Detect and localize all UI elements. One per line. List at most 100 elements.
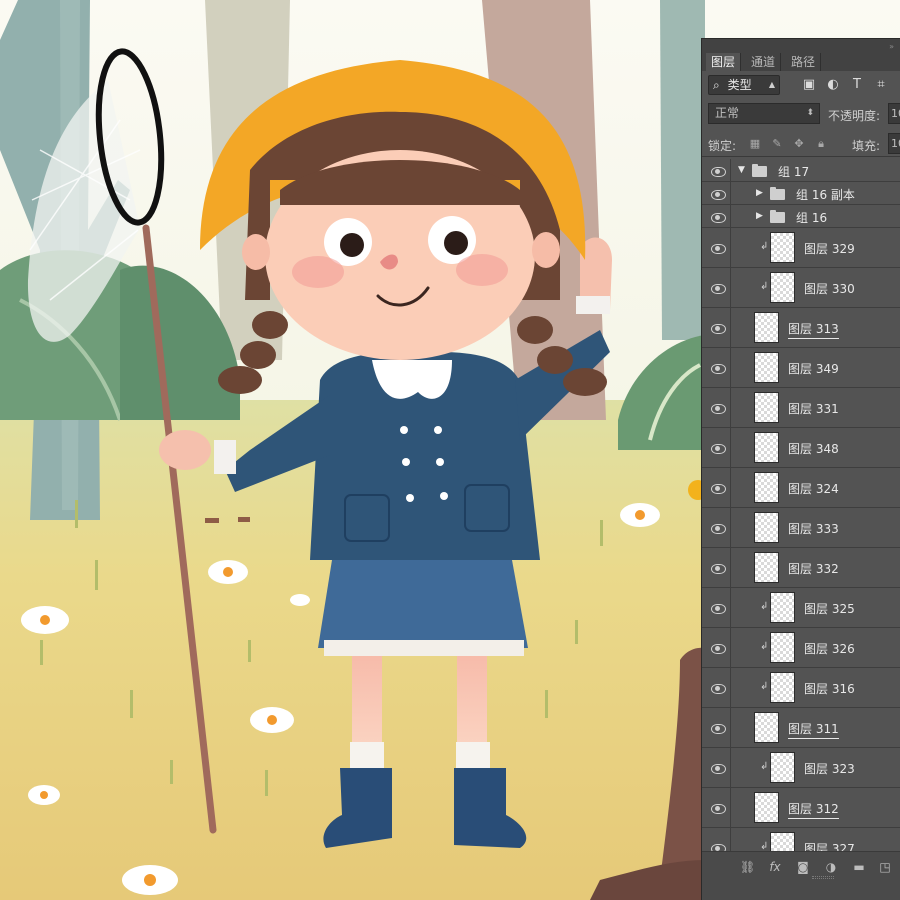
visibility-eye-icon[interactable] — [711, 323, 726, 334]
fx-icon[interactable]: fx — [768, 860, 782, 874]
layer-thumbnail — [754, 512, 779, 543]
layer-row[interactable]: ↲ 图层 316 — [702, 668, 900, 708]
clipping-mask-icon: ↲ — [760, 241, 769, 252]
lock-brush-icon[interactable]: ✎ — [770, 137, 784, 151]
visibility-eye-icon[interactable] — [711, 723, 726, 734]
column-divider — [730, 628, 731, 667]
visibility-eye-icon[interactable] — [711, 483, 726, 494]
layer-row[interactable]: ↲ 图层 325 — [702, 588, 900, 628]
layer-thumbnail — [754, 472, 779, 503]
tab-paths[interactable]: 路径 — [786, 53, 822, 71]
column-divider — [730, 588, 731, 627]
type-filter-icon[interactable]: T — [850, 78, 864, 92]
layers-panel: » 图层 通道 路径 ⌕ 类型 ▲ ▣ ◐ T ⌗ 正常 ⬍ 不透明度: 10 … — [701, 38, 900, 900]
panel-tabbar: » 图层 通道 路径 — [702, 39, 900, 71]
column-divider — [730, 308, 731, 347]
layer-group-row[interactable]: ▶ 组 16 — [702, 205, 900, 228]
layer-thumbnail — [770, 752, 795, 783]
layer-group-row[interactable]: ▶ 组 16 副本 — [702, 182, 900, 205]
clipping-mask-icon: ↲ — [760, 761, 769, 772]
layer-row[interactable]: 图层 332 — [702, 548, 900, 588]
new-group-icon[interactable]: ▬ — [852, 860, 866, 874]
layer-name: 图层 326 — [804, 642, 855, 656]
layer-group-row[interactable]: ▼ 组 17 — [702, 159, 900, 182]
visibility-eye-icon[interactable] — [711, 763, 726, 774]
add-mask-icon[interactable]: ◙ — [796, 860, 810, 874]
layer-name: 图层 325 — [804, 602, 855, 616]
layer-name: 图层 313 — [788, 320, 839, 339]
chevron-right-icon[interactable]: ▶ — [756, 188, 766, 198]
layer-row[interactable]: 图层 333 — [702, 508, 900, 548]
resize-grip[interactable] — [812, 876, 834, 879]
visibility-eye-icon[interactable] — [711, 283, 726, 294]
layer-name: 图层 348 — [788, 442, 839, 456]
opacity-label: 不透明度: — [828, 109, 881, 123]
blend-row: 正常 ⬍ 不透明度: 10 — [702, 101, 900, 127]
lock-all-icon[interactable]: 🔒︎ — [814, 137, 828, 151]
visibility-eye-icon[interactable] — [711, 563, 726, 574]
layer-row[interactable]: 图层 313 — [702, 308, 900, 348]
chevron-right-icon[interactable]: ▶ — [756, 211, 766, 221]
visibility-eye-icon[interactable] — [711, 603, 726, 614]
visibility-eye-icon[interactable] — [711, 189, 726, 200]
layer-row[interactable]: ↲ 图层 323 — [702, 748, 900, 788]
adjustment-filter-icon[interactable]: ◐ — [826, 78, 840, 92]
opacity-input[interactable]: 10 — [888, 103, 900, 124]
layer-row[interactable]: 图层 349 — [702, 348, 900, 388]
column-divider — [730, 748, 731, 787]
layer-name: 图层 349 — [788, 362, 839, 376]
visibility-eye-icon[interactable] — [711, 803, 726, 814]
column-divider — [730, 159, 731, 181]
tab-layers[interactable]: 图层 — [706, 53, 742, 71]
layer-row[interactable]: 图层 348 — [702, 428, 900, 468]
layer-row[interactable]: 图层 331 — [702, 388, 900, 428]
layer-thumbnail — [770, 632, 795, 663]
image-filter-icon[interactable]: ▣ — [802, 78, 816, 92]
layer-row[interactable]: 图层 312 — [702, 788, 900, 828]
chevron-down-icon: ▲ — [768, 80, 775, 89]
layer-row[interactable]: ↲ 图层 330 — [702, 268, 900, 308]
tab-channels[interactable]: 通道 — [746, 53, 782, 71]
visibility-eye-icon[interactable] — [711, 212, 726, 223]
layer-row[interactable]: 图层 324 — [702, 468, 900, 508]
chevron-down-icon: ⬍ — [806, 108, 814, 118]
layer-thumbnail — [770, 272, 795, 303]
column-divider — [730, 708, 731, 747]
filter-row: ⌕ 类型 ▲ ▣ ◐ T ⌗ — [702, 71, 900, 99]
filter-kind-select[interactable]: ⌕ 类型 ▲ — [708, 75, 780, 95]
layer-row[interactable]: ↲ 图层 329 — [702, 228, 900, 268]
layer-thumbnail — [770, 672, 795, 703]
column-divider — [730, 468, 731, 507]
visibility-eye-icon[interactable] — [711, 523, 726, 534]
adjustment-layer-icon[interactable]: ◑ — [824, 860, 838, 874]
blend-mode-select[interactable]: 正常 ⬍ — [708, 103, 820, 124]
collapse-icon[interactable]: » — [889, 42, 894, 51]
link-layers-icon[interactable]: ⛓ — [740, 860, 755, 874]
visibility-eye-icon[interactable] — [711, 363, 726, 374]
visibility-eye-icon[interactable] — [711, 683, 726, 694]
clipping-mask-icon: ↲ — [760, 601, 769, 612]
column-divider — [730, 182, 731, 204]
lock-transparent-icon[interactable]: ▦ — [748, 137, 762, 151]
layer-row[interactable]: ↲ 图层 326 — [702, 628, 900, 668]
panel-footer: ⛓ fx ◙ ◑ ▬ ◳ — [702, 851, 900, 900]
clipping-mask-icon: ↲ — [760, 681, 769, 692]
visibility-eye-icon[interactable] — [711, 443, 726, 454]
visibility-eye-icon[interactable] — [711, 643, 726, 654]
fill-input[interactable]: 10 — [888, 133, 900, 154]
layer-thumbnail — [754, 712, 779, 743]
visibility-eye-icon[interactable] — [711, 166, 726, 177]
shape-filter-icon[interactable]: ⌗ — [874, 78, 888, 92]
visibility-eye-icon[interactable] — [711, 243, 726, 254]
new-layer-icon[interactable]: ◳ — [878, 860, 892, 874]
lock-row: 锁定: ▦ ✎ ✥ 🔒︎ 填充: 10 — [702, 131, 900, 157]
layer-row[interactable]: 图层 311 — [702, 708, 900, 748]
folder-icon — [770, 210, 785, 223]
group-name: 组 16 副本 — [796, 188, 855, 202]
column-divider — [730, 205, 731, 227]
layer-thumbnail — [754, 552, 779, 583]
chevron-down-icon[interactable]: ▼ — [738, 165, 748, 175]
lock-move-icon[interactable]: ✥ — [792, 137, 806, 151]
layer-thumbnail — [754, 312, 779, 343]
visibility-eye-icon[interactable] — [711, 403, 726, 414]
